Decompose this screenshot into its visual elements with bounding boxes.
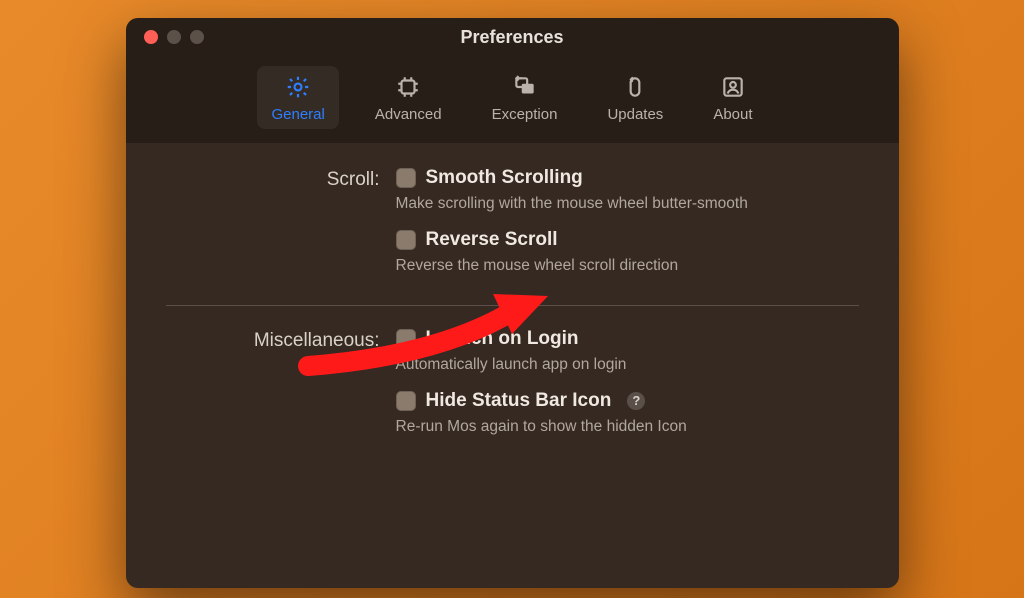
option-launch-on-login: Launch on Login Automatically launch app… — [396, 328, 859, 376]
option-title: Reverse Scroll — [426, 229, 558, 251]
traffic-lights — [144, 30, 204, 44]
section-scroll: Scroll: Smooth Scrolling Make scrolling … — [166, 167, 859, 291]
option-desc: Reverse the mouse wheel scroll direction — [396, 256, 859, 277]
gear-icon — [285, 74, 311, 100]
maximize-button[interactable] — [190, 30, 204, 44]
tab-advanced[interactable]: Advanced — [361, 66, 456, 129]
toolbar: General Advanced Exception — [126, 56, 899, 143]
tab-about[interactable]: About — [699, 66, 766, 129]
option-reverse-scroll: Reverse Scroll Reverse the mouse wheel s… — [396, 229, 859, 277]
tab-general[interactable]: General — [257, 66, 338, 129]
option-title: Launch on Login — [426, 328, 579, 350]
option-desc: Re-run Mos again to show the hidden Icon — [396, 417, 859, 438]
checkbox-reverse-scroll[interactable] — [396, 230, 416, 250]
titlebar: Preferences — [126, 18, 899, 56]
tab-label: General — [271, 106, 324, 123]
person-icon — [720, 74, 746, 100]
content: Scroll: Smooth Scrolling Make scrolling … — [126, 143, 899, 468]
checkbox-smooth-scrolling[interactable] — [396, 168, 416, 188]
preferences-window: Preferences General Advanced — [126, 18, 899, 588]
option-desc: Automatically launch app on login — [396, 355, 859, 376]
updates-icon — [622, 74, 648, 100]
tab-label: About — [713, 106, 752, 123]
swap-window-icon — [512, 74, 538, 100]
chip-icon — [395, 74, 421, 100]
option-hide-status-bar-icon: Hide Status Bar Icon ? Re-run Mos again … — [396, 390, 859, 438]
help-icon[interactable]: ? — [627, 392, 645, 410]
scroll-options: Smooth Scrolling Make scrolling with the… — [396, 167, 859, 291]
tab-label: Exception — [492, 106, 558, 123]
tab-label: Advanced — [375, 106, 442, 123]
section-label-scroll: Scroll: — [166, 167, 396, 291]
option-desc: Make scrolling with the mouse wheel butt… — [396, 194, 859, 215]
divider — [166, 305, 859, 306]
window-title: Preferences — [126, 27, 899, 48]
checkbox-hide-status-bar-icon[interactable] — [396, 391, 416, 411]
minimize-button[interactable] — [167, 30, 181, 44]
option-title: Smooth Scrolling — [426, 167, 583, 189]
tab-label: Updates — [607, 106, 663, 123]
option-title: Hide Status Bar Icon — [426, 390, 612, 412]
tab-exception[interactable]: Exception — [478, 66, 572, 129]
close-button[interactable] — [144, 30, 158, 44]
tab-updates[interactable]: Updates — [593, 66, 677, 129]
misc-options: Launch on Login Automatically launch app… — [396, 328, 859, 452]
option-smooth-scrolling: Smooth Scrolling Make scrolling with the… — [396, 167, 859, 215]
section-miscellaneous: Miscellaneous: Launch on Login Automatic… — [166, 328, 859, 452]
checkbox-launch-on-login[interactable] — [396, 329, 416, 349]
section-label-misc: Miscellaneous: — [166, 328, 396, 452]
